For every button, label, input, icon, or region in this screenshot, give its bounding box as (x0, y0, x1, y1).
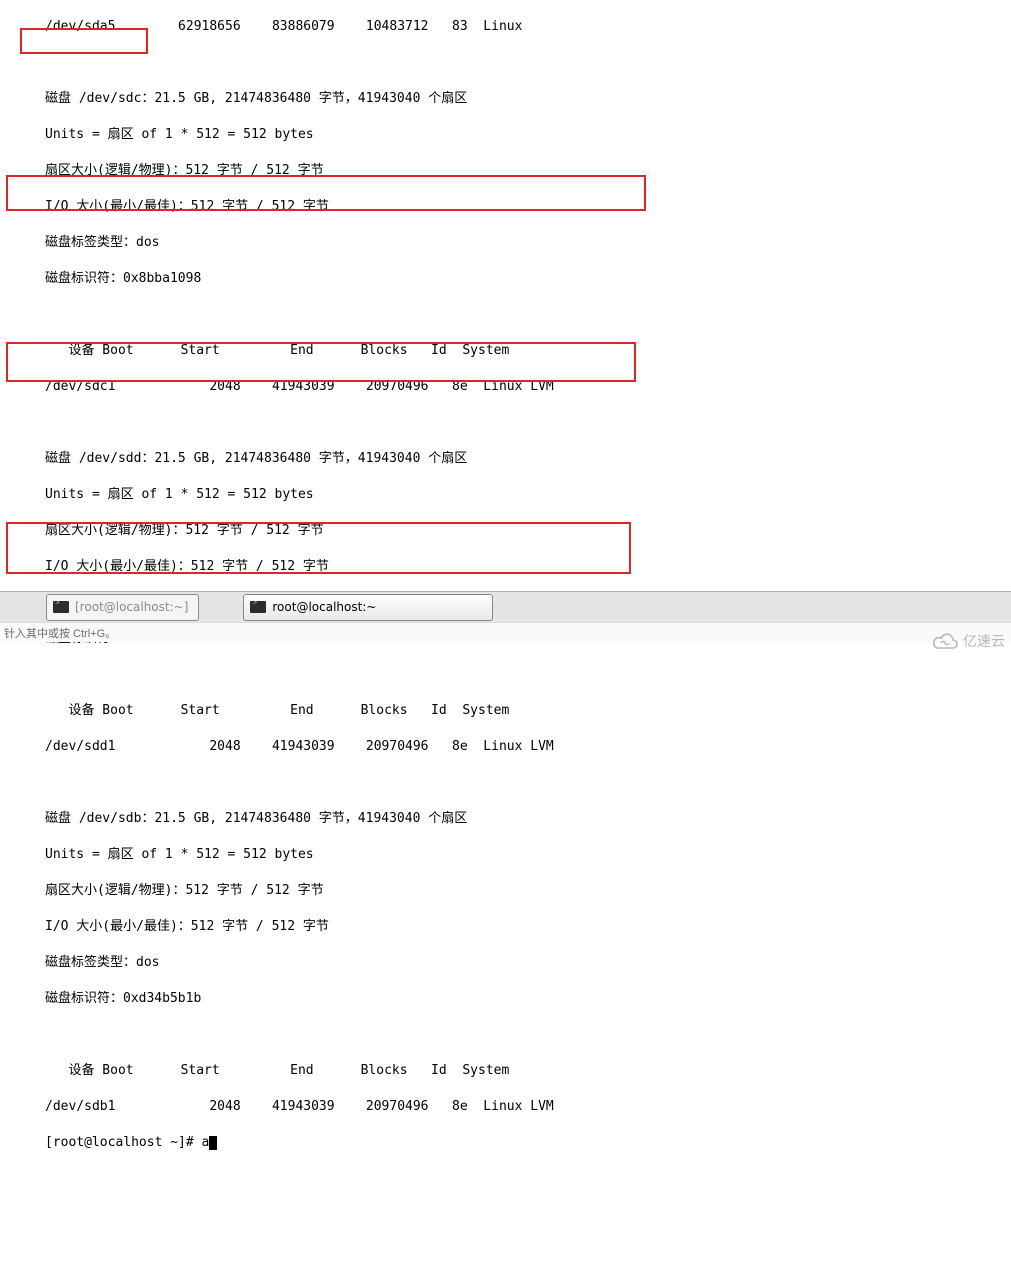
disk-sdb-labeltype: 磁盘标签类型：dos (45, 954, 1011, 972)
disk-sdb-header: 磁盘 /dev/sdb：21.5 GB, 21474836480 字节，4194… (45, 810, 1011, 828)
sdd-partition-row: /dev/sdd1 2048 41943039 20970496 8e Linu… (45, 738, 1011, 756)
watermark: 亿速云 (931, 631, 1005, 651)
taskbar-item-terminal-1[interactable]: [root@localhost:~] (46, 594, 199, 621)
disk-sdb-sector: 扇区大小(逻辑/物理)：512 字节 / 512 字节 (45, 882, 1011, 900)
blank-line (45, 414, 1011, 432)
shell-prompt-line[interactable]: [root@localhost ~]# a (45, 1134, 1011, 1152)
blank-line (45, 774, 1011, 792)
disk-sdc-io: I/O 大小(最小/最佳)：512 字节 / 512 字节 (45, 198, 1011, 216)
disk-sdc-sector: 扇区大小(逻辑/物理)：512 字节 / 512 字节 (45, 162, 1011, 180)
disk-sdc-units: Units = 扇区 of 1 * 512 = 512 bytes (45, 126, 1011, 144)
sdd-partition-header: 设备 Boot Start End Blocks Id System (45, 702, 1011, 720)
disk-sdd-io: I/O 大小(最小/最佳)：512 字节 / 512 字节 (45, 558, 1011, 576)
cursor-icon (209, 1136, 217, 1150)
disk-sdd-sector: 扇区大小(逻辑/物理)：512 字节 / 512 字节 (45, 522, 1011, 540)
taskbar: [root@localhost:~] root@localhost:~ (0, 591, 1011, 622)
blank-line (45, 54, 1011, 72)
status-hint: 针入其中或按 Ctrl+G。 (4, 628, 116, 640)
disk-sdc-identifier: 磁盘标识符：0x8bba1098 (45, 270, 1011, 288)
sdb-partition-header: 设备 Boot Start End Blocks Id System (45, 1062, 1011, 1080)
taskbar-label: root@localhost:~ (272, 600, 376, 614)
cloud-icon (931, 632, 959, 650)
blank-line (45, 1026, 1011, 1044)
terminal-icon (53, 601, 69, 613)
disk-sdc-header: 磁盘 /dev/sdc：21.5 GB, 21474836480 字节，4194… (45, 90, 1011, 108)
disk-sdc-labeltype: 磁盘标签类型：dos (45, 234, 1011, 252)
disk-sdd-units: Units = 扇区 of 1 * 512 = 512 bytes (45, 486, 1011, 504)
partition-sda5: /dev/sda5 62918656 83886079 10483712 83 … (45, 18, 1011, 36)
sdb-partition-row: /dev/sdb1 2048 41943039 20970496 8e Linu… (45, 1098, 1011, 1116)
taskbar-item-terminal-2[interactable]: root@localhost:~ (243, 594, 493, 621)
disk-sdb-units: Units = 扇区 of 1 * 512 = 512 bytes (45, 846, 1011, 864)
disk-sdd-header: 磁盘 /dev/sdd：21.5 GB, 21474836480 字节，4194… (45, 450, 1011, 468)
disk-sdb-io: I/O 大小(最小/最佳)：512 字节 / 512 字节 (45, 918, 1011, 936)
disk-sdb-identifier: 磁盘标识符：0xd34b5b1b (45, 990, 1011, 1008)
shell-prompt: [root@localhost ~]# a (45, 1135, 209, 1150)
sdc-partition-header: 设备 Boot Start End Blocks Id System (45, 342, 1011, 360)
taskbar-label: [root@localhost:~] (75, 600, 188, 614)
blank-line (45, 306, 1011, 324)
sdc-partition-row: /dev/sdc1 2048 41943039 20970496 8e Linu… (45, 378, 1011, 396)
blank-line (45, 666, 1011, 684)
watermark-text: 亿速云 (963, 631, 1005, 651)
status-bar: 针入其中或按 Ctrl+G。 (0, 622, 1011, 642)
terminal-icon (250, 601, 266, 613)
